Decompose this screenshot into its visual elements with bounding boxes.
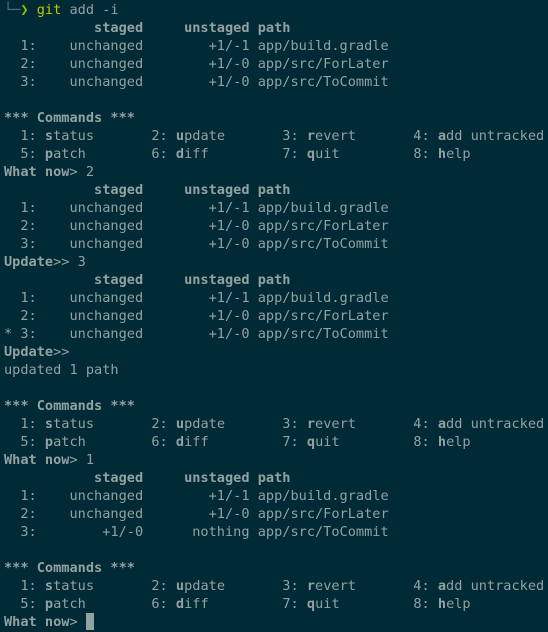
prompt-input: 1	[85, 452, 95, 468]
table-row: 1: unchanged +1/-1 app/build.gradle	[4, 38, 389, 54]
table-header: staged unstaged path	[94, 470, 291, 486]
cmd-key-add-untracked: a	[437, 128, 447, 144]
terminal-cursor[interactable]	[85, 613, 94, 630]
commands-row-2: 5: patch 6: diff 7: quit 8: help	[4, 434, 471, 450]
table-row: 1: unchanged +1/-1 app/build.gradle	[4, 200, 389, 216]
cmd-key-diff: d	[175, 146, 185, 162]
table-row: 2: unchanged +1/-0 app/src/ForLater	[4, 506, 389, 522]
col-path: path	[257, 20, 291, 36]
table-row: 1: unchanged +1/-1 app/build.gradle	[4, 488, 389, 504]
table-header: staged unstaged path	[94, 272, 291, 288]
prompt-input: 2	[85, 164, 95, 180]
prompt-input: 3	[77, 254, 86, 270]
cmd-key-revert: r	[306, 128, 316, 144]
what-now-prompt-active[interactable]: What now>	[4, 613, 548, 631]
commands-row-1: 1: status 2: update 3: revert 4: add unt…	[4, 128, 545, 144]
commands-row-2: 5: patch 6: diff 7: quit 8: help	[4, 596, 471, 612]
commands-title: *** Commands ***	[4, 110, 135, 126]
table-row: 1: unchanged +1/-1 app/build.gradle	[4, 290, 389, 306]
commands-title: *** Commands ***	[4, 560, 135, 576]
table-row-selected: * 3: unchanged +1/-0 app/src/ToCommit	[4, 326, 389, 342]
table-row: 2: unchanged +1/-0 app/src/ForLater	[4, 56, 389, 72]
shell-command-args: add -i	[69, 2, 119, 18]
prompt-corner-icon: └─	[4, 2, 21, 18]
table-header: staged unstaged path	[4, 19, 548, 37]
cmd-key-status: s	[44, 128, 54, 144]
col-staged: staged	[94, 20, 144, 36]
prompt-arrow-icon: ❯	[20, 2, 29, 18]
commands-row-1: 1: status 2: update 3: revert 4: add unt…	[4, 416, 545, 432]
update-prompt: Update>>	[4, 344, 70, 360]
table-row: 2: unchanged +1/-0 app/src/ForLater	[4, 218, 389, 234]
commands-row-2: 5: patch 6: diff 7: quit 8: help	[4, 146, 471, 162]
table-row: 3: unchanged +1/-0 app/src/ToCommit	[4, 74, 389, 90]
cmd-key-help: h	[437, 146, 447, 162]
shell-command: git	[36, 2, 62, 18]
commands-title: *** Commands ***	[4, 398, 135, 414]
cmd-key-update: u	[175, 128, 185, 144]
table-row: 3: +1/-0 nothing app/src/ToCommit	[4, 524, 389, 540]
what-now-prompt: What now> 2	[4, 164, 95, 180]
table-row: 2: unchanged +1/-0 app/src/ForLater	[4, 308, 389, 324]
terminal[interactable]: └─❯ git add -i staged unstaged path 1: u…	[4, 1, 548, 631]
cmd-key-quit: q	[306, 146, 316, 162]
commands-row-1: 1: status 2: update 3: revert 4: add unt…	[4, 578, 545, 594]
updated-message: updated 1 path	[4, 362, 119, 378]
cmd-key-patch: p	[44, 146, 54, 162]
table-header: staged unstaged path	[94, 182, 291, 198]
table-row: 3: unchanged +1/-0 app/src/ToCommit	[4, 236, 389, 252]
shell-prompt-line: └─❯ git add -i	[4, 1, 548, 19]
update-prompt: Update>> 3	[4, 254, 86, 270]
what-now-prompt: What now> 1	[4, 452, 95, 468]
col-unstaged: unstaged	[184, 20, 250, 36]
